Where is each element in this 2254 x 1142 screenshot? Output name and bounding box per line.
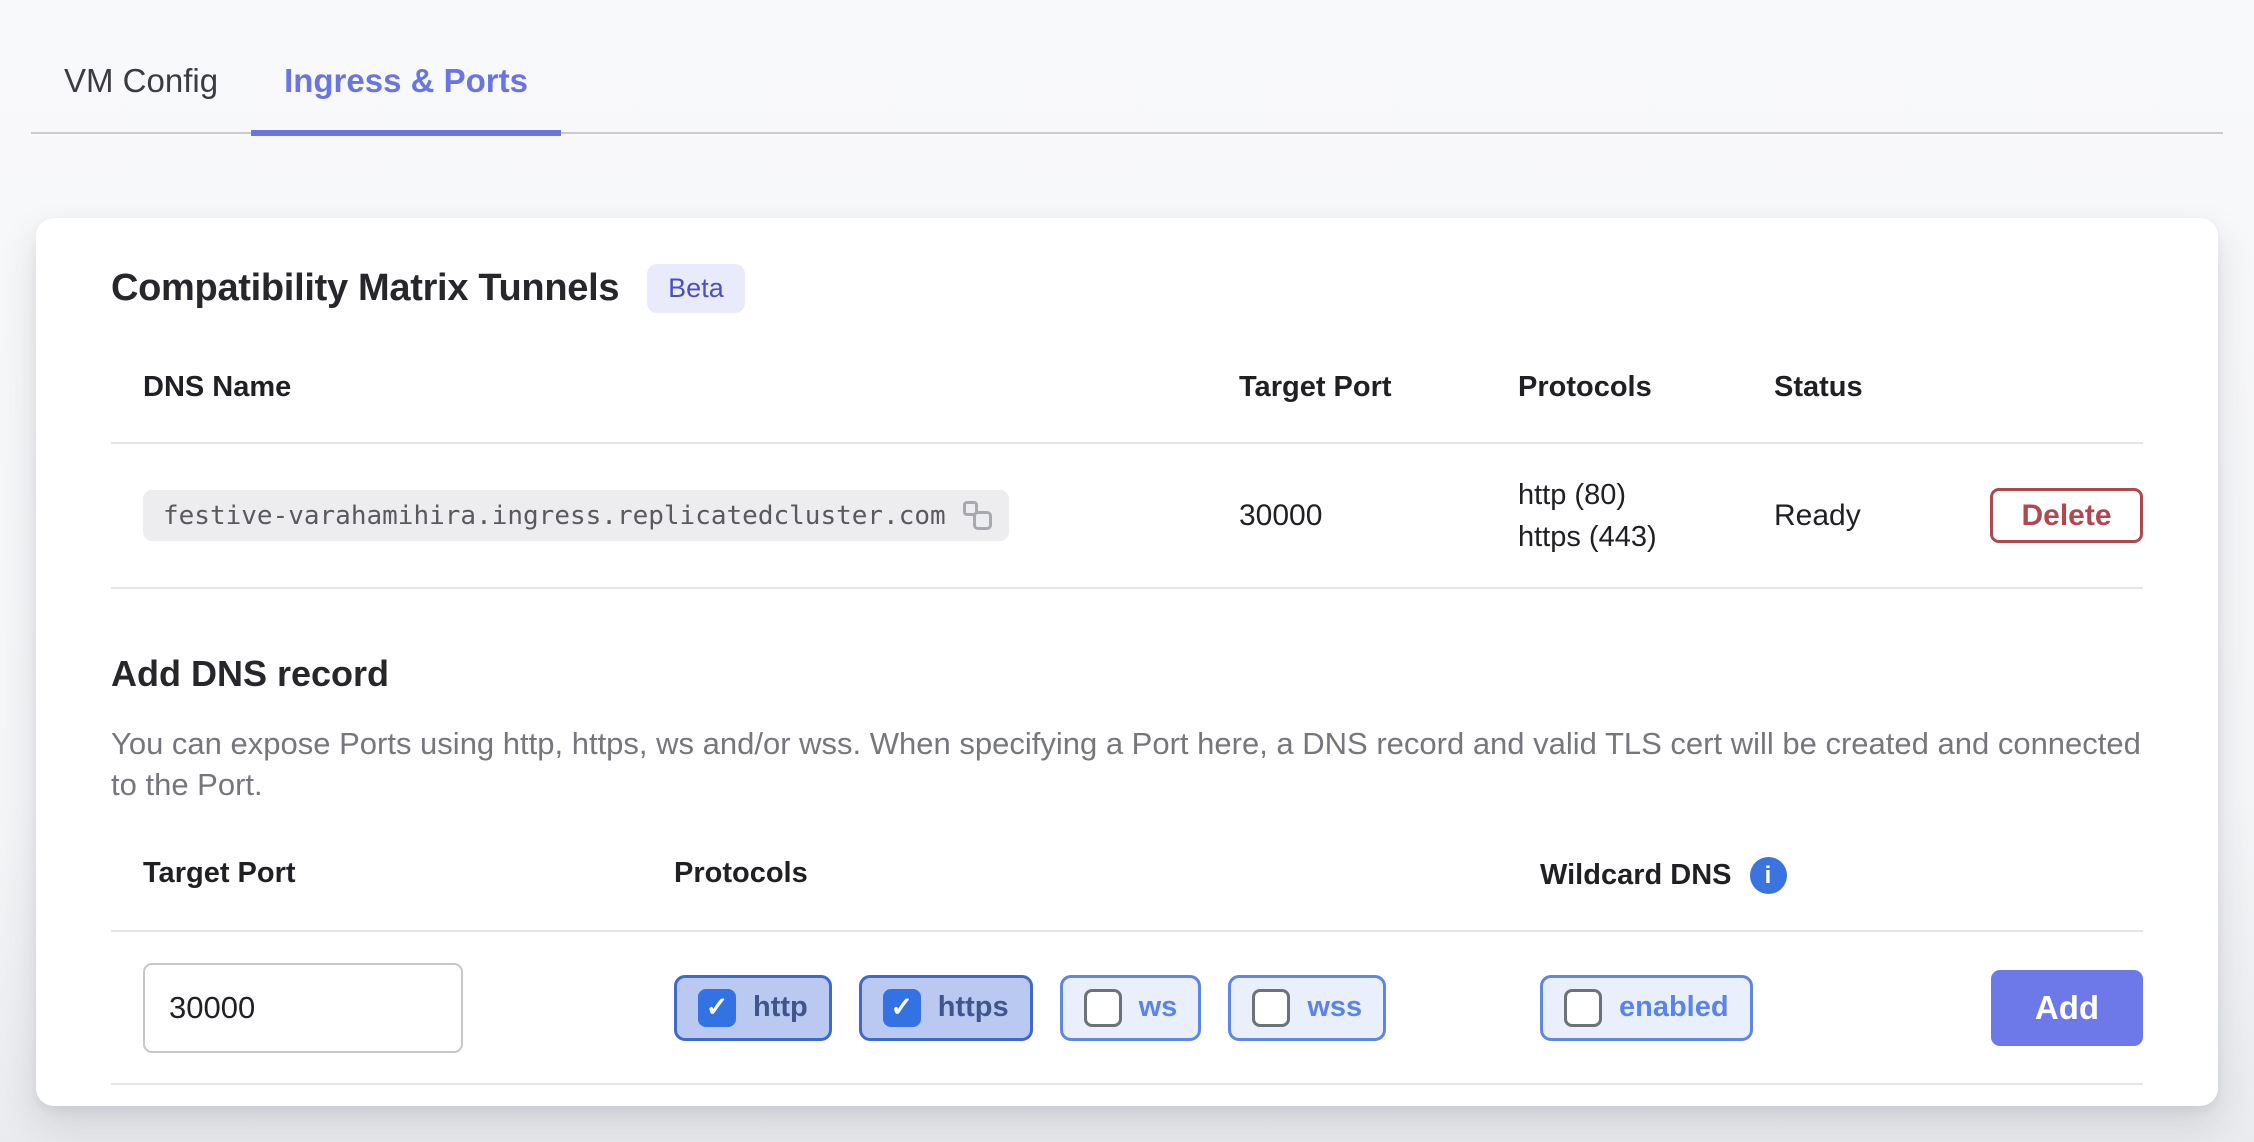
checkbox-unchecked-icon [1252,989,1290,1027]
add-button[interactable]: Add [1991,970,2143,1046]
checkbox-unchecked-icon [1564,989,1602,1027]
column-header-status: Status [1774,371,1968,404]
column-header-protocols: Protocols [1518,371,1774,404]
protocol-line-https: https (443) [1518,516,1774,558]
add-dns-form-row: ✓ http ✓ https ws wss enabled Add [111,932,2143,1085]
row-target-port: 30000 [1239,499,1518,533]
protocol-checkbox-https[interactable]: ✓ https [859,975,1033,1041]
form-header-target-port: Target Port [143,857,674,894]
checkbox-checked-icon: ✓ [698,989,736,1027]
form-header-protocols: Protocols [674,857,1540,894]
table-row: festive-varahamihira.ingress.replicatedc… [111,444,2143,589]
tab-bar: VM Config Ingress & Ports [31,0,2223,134]
tunnels-card: Compatibility Matrix Tunnels Beta DNS Na… [36,218,2218,1106]
protocol-checkbox-wss[interactable]: wss [1228,975,1386,1041]
form-header-wildcard-dns: Wildcard DNS [1540,859,1732,892]
dns-name-value: festive-varahamihira.ingress.replicatedc… [163,501,946,531]
card-title: Compatibility Matrix Tunnels [111,267,619,310]
tab-ingress-ports[interactable]: Ingress & Ports [251,56,561,136]
add-dns-description: You can expose Ports using http, https, … [111,723,2143,805]
checkbox-unchecked-icon [1084,989,1122,1027]
column-header-target-port: Target Port [1239,371,1518,404]
card-title-row: Compatibility Matrix Tunnels Beta [111,264,2143,313]
wildcard-enabled-label: enabled [1619,991,1729,1024]
column-header-dns-name: DNS Name [143,371,1239,404]
protocol-checkbox-https-label: https [938,991,1009,1024]
dns-name-pill: festive-varahamihira.ingress.replicatedc… [143,490,1009,541]
add-dns-form-header: Target Port Protocols Wildcard DNS i [111,805,2143,932]
protocol-checkbox-http-label: http [753,991,808,1024]
wildcard-enabled-checkbox[interactable]: enabled [1540,975,1753,1041]
delete-button[interactable]: Delete [1990,488,2143,543]
target-port-input[interactable] [143,963,463,1053]
protocol-checkbox-wss-label: wss [1307,991,1362,1024]
add-dns-title: Add DNS record [111,653,2143,695]
info-icon[interactable]: i [1750,857,1787,894]
row-status: Ready [1774,499,1968,533]
protocol-checkbox-ws-label: ws [1139,991,1178,1024]
protocol-line-http: http (80) [1518,474,1774,516]
beta-badge: Beta [647,264,745,313]
row-protocols: http (80) https (443) [1518,474,1774,558]
protocols-options: ✓ http ✓ https ws wss [674,975,1540,1041]
protocol-checkbox-http[interactable]: ✓ http [674,975,832,1041]
tunnels-table-header: DNS Name Target Port Protocols Status [111,313,2143,444]
tab-vm-config[interactable]: VM Config [31,56,251,136]
copy-icon[interactable] [962,499,993,532]
checkbox-checked-icon: ✓ [883,989,921,1027]
protocol-checkbox-ws[interactable]: ws [1060,975,1202,1041]
